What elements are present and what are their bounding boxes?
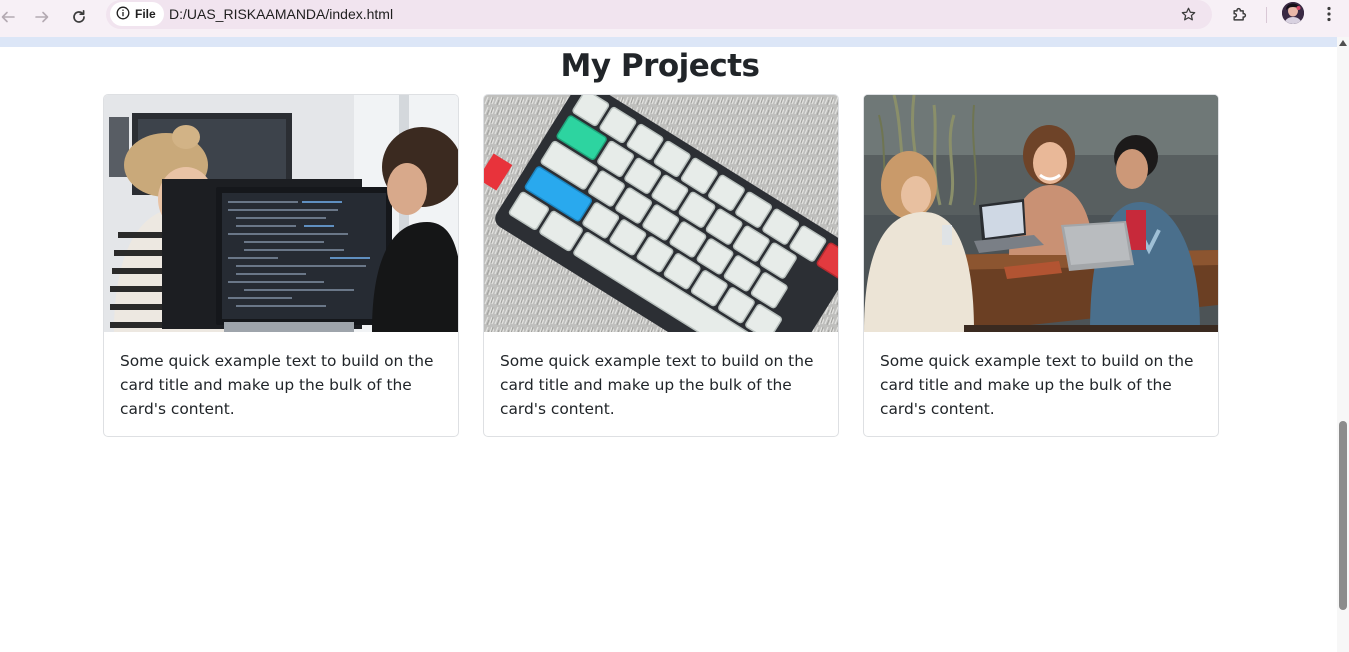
scroll-up-arrow-icon[interactable] [1339, 40, 1347, 46]
url-text[interactable]: D:/UAS_RISKAAMANDA/index.html [169, 6, 393, 22]
project-card: Some quick example text to build on the … [483, 94, 839, 437]
extensions-puzzle-icon[interactable] [1228, 2, 1252, 26]
back-arrow-icon[interactable] [0, 4, 21, 30]
toolbar-divider [1266, 7, 1267, 23]
card-image-cafe-friends [864, 95, 1218, 332]
vertical-scrollbar[interactable] [1337, 37, 1349, 652]
card-text: Some quick example text to build on the … [120, 352, 434, 418]
file-chip-label: File [135, 7, 156, 21]
reload-icon[interactable] [66, 4, 92, 30]
info-icon [116, 5, 130, 24]
browser-toolbar: File D:/UAS_RISKAAMANDA/index.html [0, 0, 1349, 37]
page-title: My Projects [560, 48, 760, 84]
scrollbar-thumb[interactable] [1339, 421, 1347, 610]
card-text: Some quick example text to build on the … [880, 352, 1194, 418]
site-info-chip[interactable]: File [110, 2, 164, 26]
address-bar[interactable]: File D:/UAS_RISKAAMANDA/index.html [106, 0, 1212, 29]
kebab-menu-icon[interactable] [1318, 2, 1340, 26]
page-top-strip [0, 37, 1337, 47]
profile-avatar-icon[interactable] [1282, 2, 1304, 24]
card-text: Some quick example text to build on the … [500, 352, 814, 418]
card-image-developers [104, 95, 458, 332]
project-card: Some quick example text to build on the … [103, 94, 459, 437]
card-image-keyboard [484, 95, 838, 332]
star-icon[interactable] [1176, 2, 1200, 26]
project-card: Some quick example text to build on the … [863, 94, 1219, 437]
forward-arrow-icon[interactable] [29, 4, 55, 30]
